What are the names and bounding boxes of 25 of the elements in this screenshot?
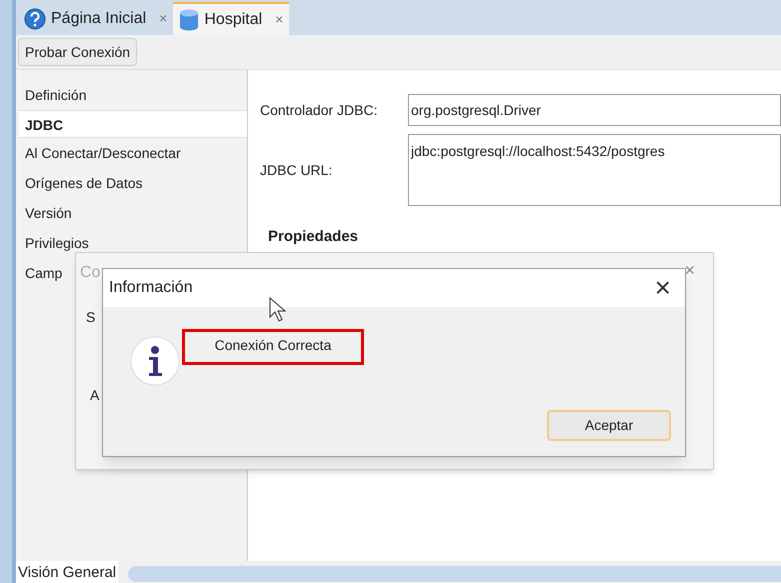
- help-icon: [24, 8, 46, 30]
- driver-field[interactable]: org.postgresql.Driver: [408, 94, 781, 126]
- field-label: A: [90, 386, 100, 405]
- tab[interactable]: Hospital ×: [173, 2, 290, 35]
- dialog-title: Información: [109, 278, 193, 298]
- sidebar-item[interactable]: Versión: [16, 198, 247, 228]
- accept-button[interactable]: Aceptar: [547, 410, 671, 441]
- url-field[interactable]: jdbc:postgresql://localhost:5432/postgres: [408, 134, 781, 206]
- dialog-title: Co: [80, 263, 100, 283]
- sidebar-item[interactable]: Definición: [16, 80, 247, 110]
- database-icon: [179, 8, 200, 30]
- field-label: S: [86, 308, 96, 327]
- scrollbar[interactable]: [128, 566, 781, 582]
- sidebar-item[interactable]: JDBC: [19, 110, 247, 138]
- field-label: Controlador JDBC:: [260, 100, 378, 120]
- field-label: JDBC URL:: [260, 160, 334, 180]
- section-heading: Propiedades: [268, 227, 360, 247]
- close-icon[interactable]: ×: [654, 274, 671, 302]
- close-icon[interactable]: ×: [275, 9, 284, 30]
- sidebar-item[interactable]: Al Conectar/Desconectar: [16, 138, 247, 168]
- test-connection-button[interactable]: Probar Conexión: [18, 38, 138, 66]
- message-text: Conexión Correcta: [182, 329, 364, 365]
- bottom-tab[interactable]: Visión General: [16, 561, 118, 583]
- info-icon: [129, 335, 181, 387]
- sidebar-item[interactable]: Orígenes de Datos: [16, 168, 247, 198]
